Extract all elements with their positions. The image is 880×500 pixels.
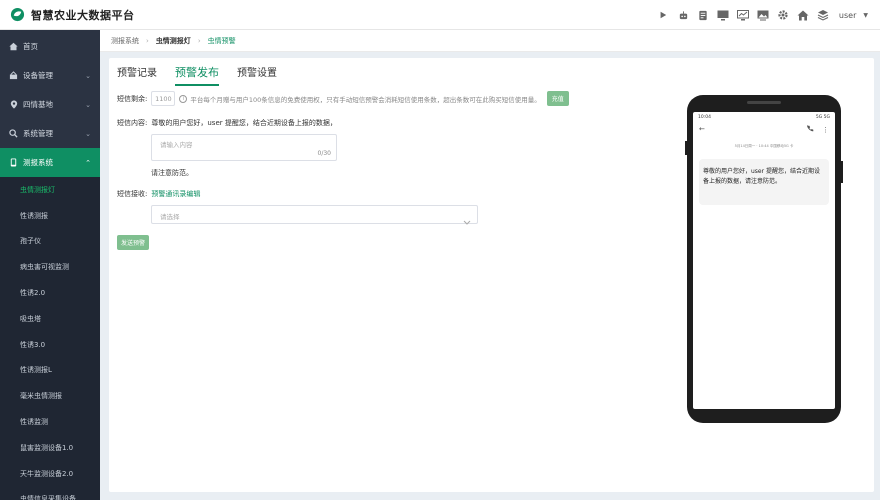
sms-receiver-row: 短信接收: 预警通讯录编辑 bbox=[117, 189, 200, 199]
phone-preview: 10:04 5G 5G ← ⋮ 5月14日周一 · 10:44 中国移动5G 卡… bbox=[685, 95, 843, 423]
chevron-down-icon: ⌄ bbox=[85, 100, 91, 109]
info-icon: i bbox=[179, 94, 188, 103]
phone-icon bbox=[9, 158, 18, 167]
image-icon[interactable] bbox=[757, 9, 770, 22]
layers-icon[interactable] bbox=[817, 9, 830, 22]
sidebar-submenu: 虫情测报灯 性诱测报 孢子仪 病虫害可视监测 性诱2.0 吸虫塔 性诱3.0 性… bbox=[0, 177, 100, 500]
sidebar-item-label: 测报系统 bbox=[23, 158, 53, 167]
breadcrumb-level2[interactable]: 虫情测报灯 bbox=[156, 36, 191, 46]
sms-content-placeholder: 请输入内容 bbox=[160, 141, 193, 149]
back-arrow-icon: ← bbox=[699, 125, 705, 133]
sidebar-subitem[interactable]: 鼠害监测设备1.0 bbox=[0, 435, 100, 461]
user-menu[interactable]: user bbox=[839, 11, 856, 20]
call-icon bbox=[806, 124, 814, 131]
app-logo-icon bbox=[9, 7, 25, 23]
sidebar-subitem[interactable]: 天牛监测设备2.0 bbox=[0, 461, 100, 487]
sidebar-subitem[interactable]: 吸虫塔 bbox=[0, 306, 100, 332]
sidebar-item-label: 首页 bbox=[23, 42, 38, 51]
sidebar-item-base[interactable]: 四情基地 ⌄ bbox=[0, 90, 100, 119]
chevron-right-icon: › bbox=[146, 36, 149, 45]
sidebar-subitem[interactable]: 虫情信息采集设备 bbox=[0, 487, 100, 500]
phone-screen: 10:04 5G 5G ← ⋮ 5月14日周一 · 10:44 中国移动5G 卡… bbox=[693, 112, 835, 409]
location-icon bbox=[9, 100, 18, 109]
sidebar-subitem-insect-lamp[interactable]: 虫情测报灯 bbox=[0, 177, 100, 203]
tab-warning-settings[interactable]: 预警设置 bbox=[237, 62, 277, 86]
sidebar-subitem[interactable]: 毫米虫情测报 bbox=[0, 383, 100, 409]
sms-receiver-placeholder: 请选择 bbox=[160, 213, 180, 221]
phone-app-actions: ⋮ bbox=[806, 124, 829, 134]
chart-monitor-icon[interactable] bbox=[737, 9, 750, 22]
sms-content-input[interactable]: 请输入内容 0/30 bbox=[151, 134, 337, 161]
sidebar: 首页 设备管理 ⌄ 四情基地 ⌄ 系统管理 ⌄ 测报系统 ⌃ 虫情测报灯 性诱测… bbox=[0, 30, 100, 500]
sms-content-label: 短信内容: bbox=[117, 119, 148, 127]
sidebar-item-home[interactable]: 首页 bbox=[0, 32, 100, 61]
send-warning-button[interactable]: 发送预警 bbox=[117, 235, 150, 250]
phone-speaker bbox=[747, 101, 781, 104]
chevron-down-icon: ⌄ bbox=[85, 129, 91, 138]
sms-remaining-hint: 平台每个月赠与用户100条信息的免费使用权，只有手动短信预警会消耗短信使用条数，… bbox=[190, 95, 541, 104]
recharge-button[interactable]: 充值 bbox=[546, 91, 569, 106]
phone-status-bar: 10:04 5G 5G bbox=[693, 112, 835, 122]
sidebar-subitem[interactable]: 病虫害可视监测 bbox=[0, 254, 100, 280]
app-title: 智慧农业大数据平台 bbox=[31, 8, 135, 22]
sms-remaining-label: 短信剩余: bbox=[117, 94, 148, 103]
sms-receiver-select[interactable]: 请选择 bbox=[151, 205, 478, 225]
breadcrumb: 测报系统 › 虫情测报灯 › 虫情预警 bbox=[100, 30, 880, 52]
tab-warning-publish[interactable]: 预警发布 bbox=[175, 62, 219, 86]
sidebar-subitem[interactable]: 性诱测报L bbox=[0, 358, 100, 384]
device-icon bbox=[9, 71, 18, 80]
sms-content-row: 短信内容: 尊敬的用户您好，user 提醒您，结合近期设备上报的数据， bbox=[117, 118, 337, 128]
document-icon[interactable] bbox=[697, 9, 710, 22]
send-row: 发送预警 bbox=[117, 235, 150, 250]
sms-content-counter: 0/30 bbox=[317, 150, 331, 157]
sms-content-prefix: 尊敬的用户您好，user 提醒您，结合近期设备上报的数据， bbox=[151, 119, 337, 127]
sidebar-subitem[interactable]: 性诱3.0 bbox=[0, 332, 100, 358]
sms-remaining-input[interactable]: 1100 bbox=[151, 91, 176, 106]
phone-message-time: 5月14日周一 · 10:44 中国移动5G 卡 bbox=[734, 144, 794, 148]
settings-icon bbox=[9, 129, 18, 138]
sms-remaining-row: 短信剩余: 1100 i 平台每个月赠与用户100条信息的免费使用权，只有手动短… bbox=[117, 91, 569, 106]
sms-content-suffix-text: 请注意防范。 bbox=[151, 169, 193, 177]
sms-receiver-label: 短信接收: bbox=[117, 190, 148, 198]
chevron-down-icon[interactable]: ▼ bbox=[863, 12, 868, 19]
header-toolbar: user ▼ bbox=[657, 0, 868, 30]
sms-content-suffix: 请注意防范。 bbox=[151, 168, 193, 178]
sidebar-item-label: 四情基地 bbox=[23, 100, 53, 109]
sidebar-subitem[interactable]: 孢子仪 bbox=[0, 229, 100, 255]
phone-side-button bbox=[840, 161, 843, 183]
more-vertical-icon: ⋮ bbox=[822, 125, 829, 134]
breadcrumb-level1[interactable]: 测报系统 bbox=[111, 36, 139, 46]
main-content: 预警记录 预警发布 预警设置 短信剩余: 1100 i 平台每个月赠与用户100… bbox=[109, 58, 874, 492]
monitor-icon[interactable] bbox=[717, 9, 730, 22]
contacts-edit-link[interactable]: 预警通讯录编辑 bbox=[151, 189, 200, 199]
breadcrumb-level3: 虫情预警 bbox=[207, 36, 236, 45]
sidebar-subitem[interactable]: 性诱测报 bbox=[0, 203, 100, 229]
chevron-down-icon bbox=[463, 211, 471, 225]
tab-bar: 预警记录 预警发布 预警设置 bbox=[117, 62, 277, 86]
chevron-right-icon: › bbox=[197, 36, 201, 45]
phone-side-button bbox=[685, 141, 688, 155]
sidebar-subitem[interactable]: 性诱2.0 bbox=[0, 280, 100, 306]
phone-message-bubble: 尊敬的用户您好，user 提醒您，结合近期设备上报的数据，请注意防范。 bbox=[699, 159, 829, 205]
home-icon[interactable] bbox=[797, 9, 810, 22]
play-icon[interactable] bbox=[657, 9, 670, 22]
phone-status-right: 5G 5G bbox=[815, 114, 830, 120]
chevron-down-icon: ⌄ bbox=[85, 71, 91, 80]
top-header: 智慧农业大数据平台 user ▼ bbox=[0, 0, 880, 30]
tab-warning-records[interactable]: 预警记录 bbox=[117, 62, 157, 86]
chevron-up-icon: ⌃ bbox=[85, 158, 91, 167]
sidebar-item-device[interactable]: 设备管理 ⌄ bbox=[0, 61, 100, 90]
sidebar-item-label: 系统管理 bbox=[23, 129, 53, 138]
sidebar-item-forecast[interactable]: 测报系统 ⌃ bbox=[0, 148, 100, 177]
robot-icon[interactable] bbox=[677, 9, 690, 22]
sidebar-item-system[interactable]: 系统管理 ⌄ bbox=[0, 119, 100, 148]
gear-icon[interactable] bbox=[777, 9, 790, 22]
home-icon bbox=[9, 42, 18, 51]
phone-status-time: 10:04 bbox=[698, 114, 711, 120]
sidebar-item-label: 设备管理 bbox=[23, 71, 53, 80]
phone-app-bar: ← ⋮ bbox=[693, 122, 835, 136]
sidebar-subitem[interactable]: 性诱监测 bbox=[0, 409, 100, 435]
